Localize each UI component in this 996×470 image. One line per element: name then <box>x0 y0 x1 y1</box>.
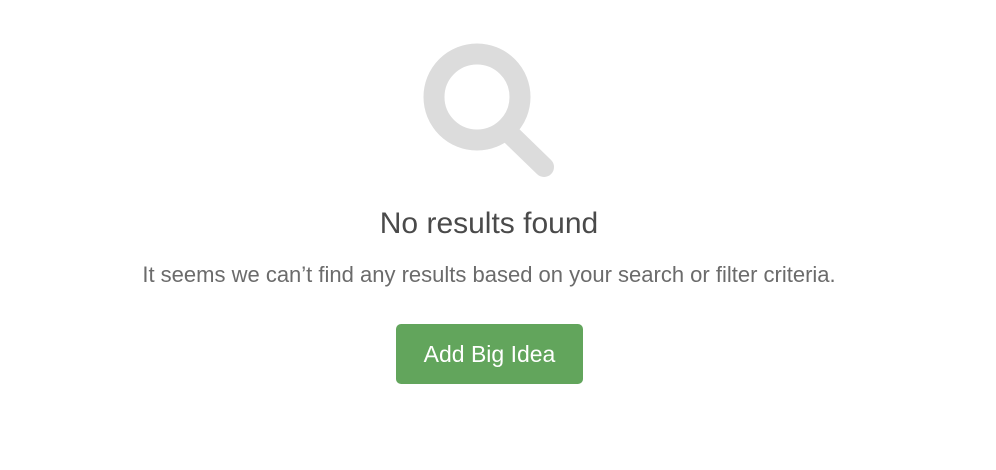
empty-state: No results found It seems we can’t find … <box>0 0 996 470</box>
empty-state-title: No results found <box>379 207 599 240</box>
add-big-idea-button[interactable]: Add Big Idea <box>396 324 583 384</box>
empty-state-message: It seems we can’t find any results based… <box>142 262 836 287</box>
search-icon <box>423 43 554 177</box>
